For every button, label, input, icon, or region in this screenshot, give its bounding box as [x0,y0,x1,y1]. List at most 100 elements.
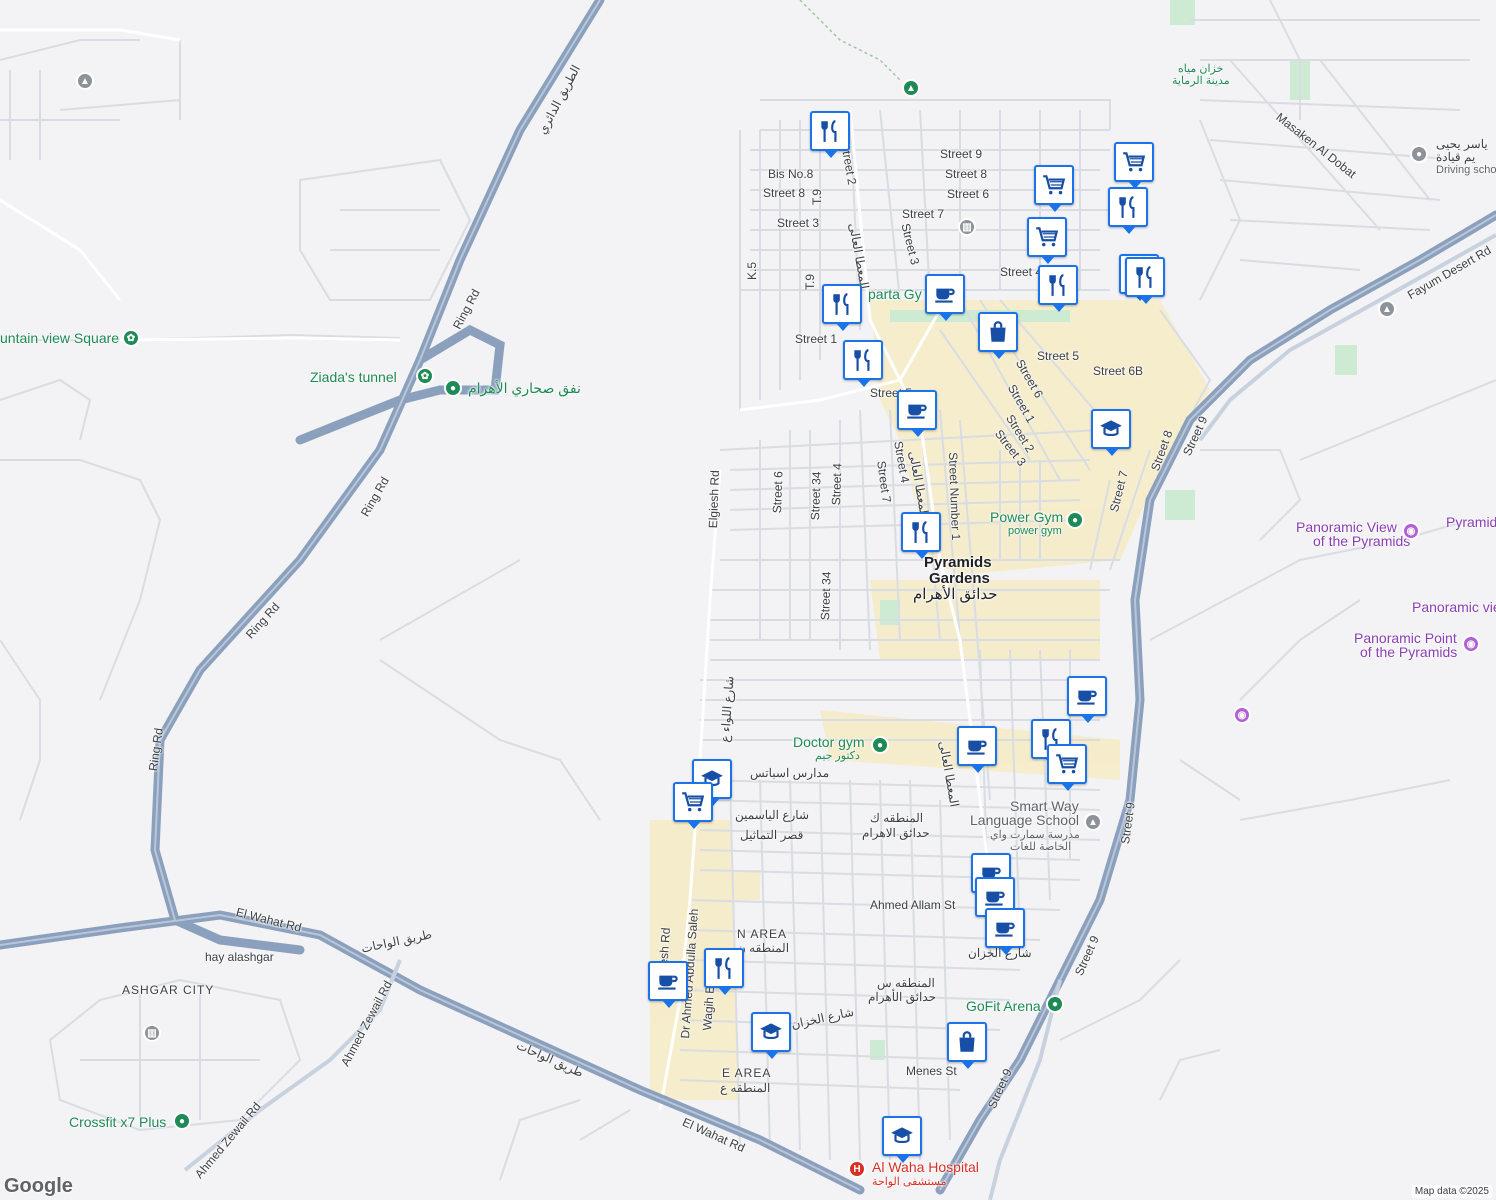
cafe-pin[interactable] [985,908,1025,955]
doctor-gym-icon[interactable]: ● [871,736,889,754]
shopping-cart-icon [1043,175,1066,195]
pyramids-gardens-label-2: Gardens [929,570,990,587]
restaurant-icon [1136,266,1152,288]
street6-label-1: Street 6 [947,187,990,201]
s-area-arabic-label-2: حدائق الأهرام [868,990,937,1004]
map-attribution[interactable]: Map data ©2025 [1411,1185,1492,1198]
pyramids-gardens-label-1: Pyramids [924,554,992,571]
crossfit-icon[interactable]: ● [173,1112,191,1130]
map-base-layer [0,0,1496,1200]
cafe-icon [995,922,1015,937]
menes-st-label: Menes St [906,1064,957,1078]
restaurant-pin[interactable] [843,340,883,387]
camera-icon-3[interactable]: ◉ [1233,706,1251,724]
schools-road-label: مدارس اسباتس [750,766,830,780]
shopping-bag-pin[interactable] [947,1022,987,1069]
driving-ar-label: ياسر يحيى [1436,137,1488,151]
park-icon[interactable]: ✿ [122,329,140,347]
cafe-icon [967,740,987,755]
shopping-cart-pin[interactable] [1034,165,1074,212]
school-pin[interactable] [751,1012,791,1059]
shopping-bag-pin[interactable] [978,312,1018,359]
restaurant-icon [833,293,849,315]
museum-icon-2[interactable]: ▥ [143,1024,161,1042]
doctor-gym-label: Doctor gym [793,734,865,750]
restaurant-pin[interactable] [822,284,862,331]
tree-icon[interactable]: ▲ [902,79,920,97]
restaurant-icon [854,349,870,371]
tunnel-icon[interactable]: ✿ [416,367,434,385]
al-waha-hospital-arabic-label: مستشفى الواحة [872,1176,947,1188]
shopping-cart-pin[interactable] [1027,217,1067,264]
spartan-gym-label: parta Gy [868,286,922,302]
restaurant-pin[interactable] [1038,265,1078,312]
driving-school-label: Driving scho [1436,164,1496,176]
cafe-icon [985,891,1005,906]
camera-icon-1[interactable]: ◉ [1402,522,1420,540]
tunnel-ar-icon[interactable]: ● [444,379,462,397]
smart-way-school-icon[interactable]: ▲ [1084,813,1102,831]
school-icon-nw[interactable]: ▲ [76,72,94,90]
camera-icon-2[interactable]: ◉ [1462,635,1480,653]
n-area-label: N AREA [737,927,788,941]
cafe-pin[interactable] [648,961,688,1008]
restaurant-icon [1049,274,1065,296]
power-gym-sub-label: power gym [1008,525,1062,537]
restaurant-pin[interactable] [901,512,941,559]
cafe-pin[interactable] [925,274,965,321]
shopping-cart-pin[interactable] [673,782,713,829]
ahram-tunnel-arabic-label: نفق صحاري الأهرام [468,380,581,396]
street5-label-1: Street 5 [1037,349,1080,363]
shopping-cart-icon [1036,227,1059,247]
restaurant-icon [1119,196,1135,218]
panoramic-point-label-1: Panoramic Point [1354,630,1457,646]
cafe-icon [1077,690,1097,705]
k-area-arabic-label: المنطقه ك [870,811,924,825]
pyramids-gardens-arabic-label: حدائق الأهرام [913,586,998,603]
restaurant-pin[interactable] [1125,257,1165,304]
power-gym-icon[interactable]: ● [1066,511,1084,529]
street4-label-3: Street 4 [829,462,845,506]
gofit-icon[interactable]: ● [1046,995,1064,1013]
shopping-cart-pin[interactable] [1114,142,1154,189]
school-icon [891,1127,913,1144]
e-area-arabic-label: المنطقه ع [720,1081,771,1095]
mountain-view-square-label: untain view Square [0,330,120,346]
museum-icon-1[interactable]: ▥ [958,218,976,236]
shopping-cart-icon [682,792,705,812]
street8-label-2: Street 8 [763,186,806,200]
street34-label-1: Street 34 [808,471,824,521]
elgiesh-rd-label-1: Elgiesh Rd [706,470,723,529]
restaurant-pin[interactable] [1108,187,1148,234]
school-pin[interactable] [882,1116,922,1163]
driving-school-icon[interactable]: ● [1410,145,1428,163]
bis-no8-label: Bis No.8 [768,167,814,181]
google-logo: Google [4,1175,73,1197]
restaurant-icon [821,120,837,142]
school-icon [1100,420,1122,437]
hospital-icon[interactable]: H [848,1160,866,1178]
cafe-icon [935,288,955,303]
cafe-pin[interactable] [957,726,997,773]
school-icon-e[interactable]: ▲ [1378,300,1396,318]
pyramid-edge-label: Pyramid [1446,514,1496,530]
street6-label-3: Street 6 [770,470,786,514]
restaurant-pin[interactable] [810,111,850,158]
smart-way-arabic-label-2: الخاصة للغات [1010,841,1072,853]
cafe-pin[interactable] [897,390,937,437]
panoramic-edge-label: Panoramic vie [1412,599,1496,615]
al-waha-hospital-label: Al Waha Hospital [872,1159,979,1175]
restaurant-icon [912,521,928,543]
school-pin[interactable] [1091,409,1131,456]
cafe-pin[interactable] [1067,676,1107,723]
k-area-arabic-label-2: حدائق الاهرام [862,826,930,840]
panoramic-view-label-2: of the Pyramids [1313,533,1411,549]
ashgar-city-label: ASHGAR CITY [122,983,215,997]
smart-way-label-2: Language School [970,812,1079,828]
restaurant-pin[interactable] [704,948,744,995]
shopping-cart-pin[interactable] [1047,744,1087,791]
street4-label-1: Street 4 [1000,265,1043,279]
map-canvas[interactable]: الطريق الدائري Ring Rd Ring Rd Ring Rd R… [0,0,1496,1200]
k5-label: K.5 [745,261,759,280]
driving-ar-label-2: يم قيادة [1436,150,1476,164]
